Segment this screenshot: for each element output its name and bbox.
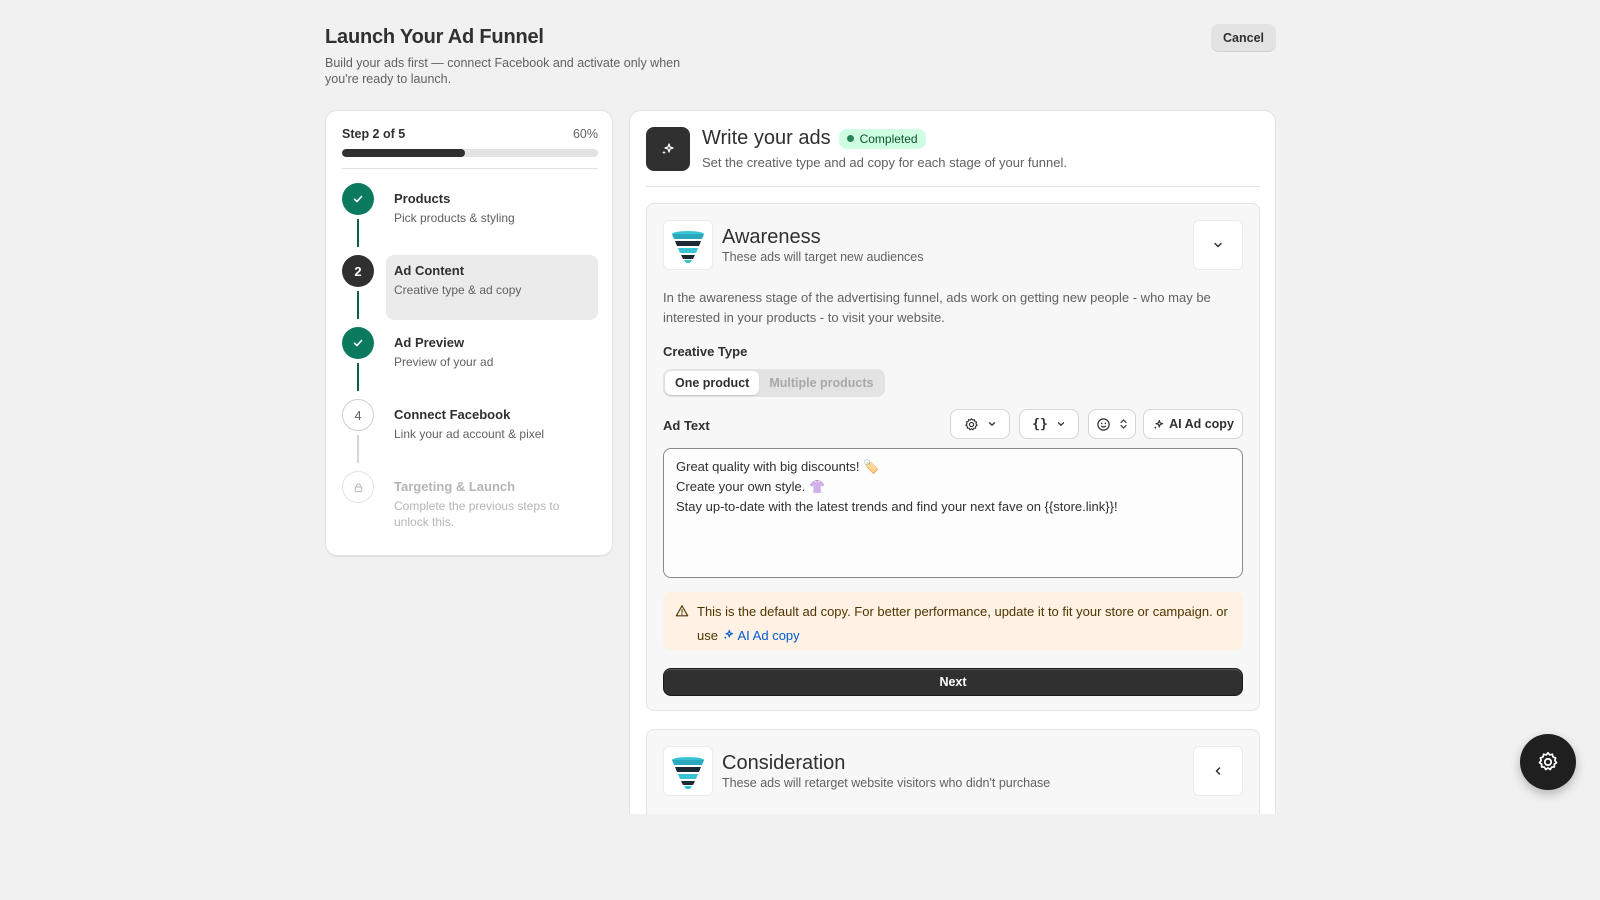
step-title: Ad Content bbox=[394, 263, 465, 278]
step-text: Connect Facebook Link your ad account & … bbox=[386, 399, 598, 464]
progress-fill bbox=[342, 149, 465, 157]
default-copy-warning: This is the default ad copy. For better … bbox=[663, 592, 1243, 650]
check-icon bbox=[353, 195, 363, 203]
gear-icon bbox=[964, 417, 978, 430]
funnel-icon bbox=[672, 757, 704, 789]
braces-icon: {} bbox=[1032, 416, 1048, 432]
check-icon bbox=[353, 339, 363, 347]
step-ad-preview[interactable]: Ad Preview Preview of your ad bbox=[342, 327, 598, 393]
progress-percent: 60% bbox=[572, 127, 598, 141]
next-button[interactable]: Next bbox=[663, 668, 1243, 696]
ai-ad-copy-link[interactable]: AI Ad copy bbox=[722, 628, 800, 643]
status-dot bbox=[846, 135, 854, 142]
step-title: Ad Preview bbox=[394, 335, 465, 350]
step-header: Step 2 of 5 60% bbox=[342, 127, 598, 141]
sparkle-icon bbox=[662, 143, 674, 155]
step-subtitle: Link your ad account & pixel bbox=[394, 427, 545, 441]
step-targeting-launch: Targeting & Launch Complete the previous… bbox=[342, 471, 598, 537]
step-ad-content[interactable]: 2 Ad Content Creative type & ad copy bbox=[342, 255, 598, 321]
step-title: Connect Facebook bbox=[394, 407, 511, 422]
emoji-picker-button[interactable] bbox=[1088, 409, 1136, 439]
step-done-marker bbox=[342, 327, 374, 359]
cancel-button[interactable]: Cancel bbox=[1211, 24, 1276, 52]
collapse-toggle-button[interactable] bbox=[1193, 220, 1243, 270]
creative-type-label: Creative Type bbox=[663, 344, 748, 359]
funnel-icon-tile bbox=[663, 220, 713, 270]
awareness-panel: Awareness These ads will target new audi… bbox=[646, 203, 1260, 711]
main-icon bbox=[646, 127, 690, 171]
divider bbox=[646, 186, 1260, 187]
section-title: Write your ads bbox=[702, 127, 831, 149]
step-subtitle: Pick products & styling bbox=[394, 211, 515, 225]
progress-bar bbox=[342, 149, 598, 157]
step-title: Products bbox=[394, 191, 451, 206]
step-title: Targeting & Launch bbox=[394, 479, 516, 494]
ad-text-line: Stay up-to-date with the latest trends a… bbox=[676, 499, 1118, 514]
step-subtitle: Complete the previous steps to unlock th… bbox=[394, 499, 560, 529]
consideration-panel: Consideration These ads will retarget we… bbox=[646, 729, 1260, 814]
stepper-card: Step 2 of 5 60% Products Pick products &… bbox=[325, 110, 613, 556]
page-subtitle: Build your ads first — connect Facebook … bbox=[325, 56, 681, 86]
step-locked-marker bbox=[342, 471, 374, 503]
emoji-icon bbox=[1097, 417, 1110, 431]
step-products[interactable]: Products Pick products & styling bbox=[342, 183, 598, 249]
chevron-updown-icon bbox=[1120, 419, 1127, 429]
ad-text-line: Great quality with big discounts! 🏷️ bbox=[676, 459, 880, 474]
step-connector bbox=[357, 435, 359, 463]
status-badge-label: Completed bbox=[859, 131, 918, 146]
stage-subtitle: These ads will target new audiences bbox=[722, 250, 924, 264]
stage-description: In the awareness stage of the advertisin… bbox=[663, 290, 1211, 325]
funnel-icon-tile bbox=[663, 746, 713, 796]
step-connect-facebook[interactable]: 4 Connect Facebook Link your ad account … bbox=[342, 399, 598, 465]
step-connector bbox=[357, 291, 359, 319]
chevron-down-icon bbox=[988, 422, 995, 427]
stage-title: Awareness bbox=[722, 226, 821, 248]
creative-option-multiple-products[interactable]: Multiple products bbox=[759, 371, 883, 395]
page-title: Launch Your Ad Funnel bbox=[325, 26, 544, 48]
ad-text-textarea[interactable]: Great quality with big discounts! 🏷️ Cre… bbox=[663, 448, 1243, 578]
ai-ad-copy-button[interactable]: AI Ad copy bbox=[1143, 409, 1243, 439]
chevron-down-icon bbox=[1057, 422, 1064, 427]
ai-ad-copy-label: AI Ad copy bbox=[1169, 417, 1234, 431]
warning-icon bbox=[675, 605, 689, 617]
step-active-marker: 2 bbox=[342, 255, 374, 287]
step-connector bbox=[357, 219, 359, 247]
step-text: Targeting & Launch Complete the previous… bbox=[386, 471, 598, 536]
step-done-marker bbox=[342, 183, 374, 215]
main-card: Write your ads Completed Set the creativ… bbox=[629, 110, 1276, 814]
expand-toggle-button[interactable] bbox=[1193, 746, 1243, 796]
gear-icon bbox=[1538, 751, 1558, 771]
step-text: Ad Content Creative type & ad copy bbox=[386, 255, 598, 320]
step-subtitle: Preview of your ad bbox=[394, 355, 494, 369]
lock-icon bbox=[354, 482, 362, 492]
step-connector bbox=[357, 363, 359, 391]
creative-type-toggle: One product Multiple products bbox=[663, 369, 886, 397]
variables-dropdown[interactable]: {} bbox=[1019, 409, 1079, 439]
sparkle-icon bbox=[1153, 419, 1164, 429]
page-header: Launch Your Ad Funnel Build your ads fir… bbox=[325, 26, 1275, 87]
step-number-marker: 4 bbox=[342, 399, 374, 431]
section-title-row: Write your ads Completed bbox=[702, 127, 926, 150]
stage-title: Consideration bbox=[722, 752, 846, 774]
ad-text-label: Ad Text bbox=[663, 418, 710, 433]
step-count-label: Step 2 of 5 bbox=[342, 127, 406, 141]
step-text: Products Pick products & styling bbox=[386, 183, 598, 248]
floating-settings-button[interactable] bbox=[1520, 734, 1576, 790]
chevron-down-icon bbox=[1214, 242, 1222, 248]
status-badge: Completed bbox=[838, 128, 926, 149]
divider bbox=[342, 168, 598, 169]
settings-dropdown[interactable] bbox=[950, 409, 1010, 439]
stage-subtitle: These ads will retarget website visitors… bbox=[722, 776, 1051, 790]
ai-ad-copy-link-label: AI Ad copy bbox=[737, 628, 800, 643]
sparkle-icon bbox=[723, 629, 733, 640]
section-subtitle: Set the creative type and ad copy for ea… bbox=[702, 155, 1067, 170]
creative-option-one-product[interactable]: One product bbox=[665, 371, 760, 395]
ad-text-line: Create your own style. 👚 bbox=[676, 479, 826, 494]
step-text: Ad Preview Preview of your ad bbox=[386, 327, 598, 392]
funnel-icon bbox=[672, 231, 704, 263]
chevron-left-icon bbox=[1215, 767, 1221, 775]
step-subtitle: Creative type & ad copy bbox=[394, 283, 522, 297]
